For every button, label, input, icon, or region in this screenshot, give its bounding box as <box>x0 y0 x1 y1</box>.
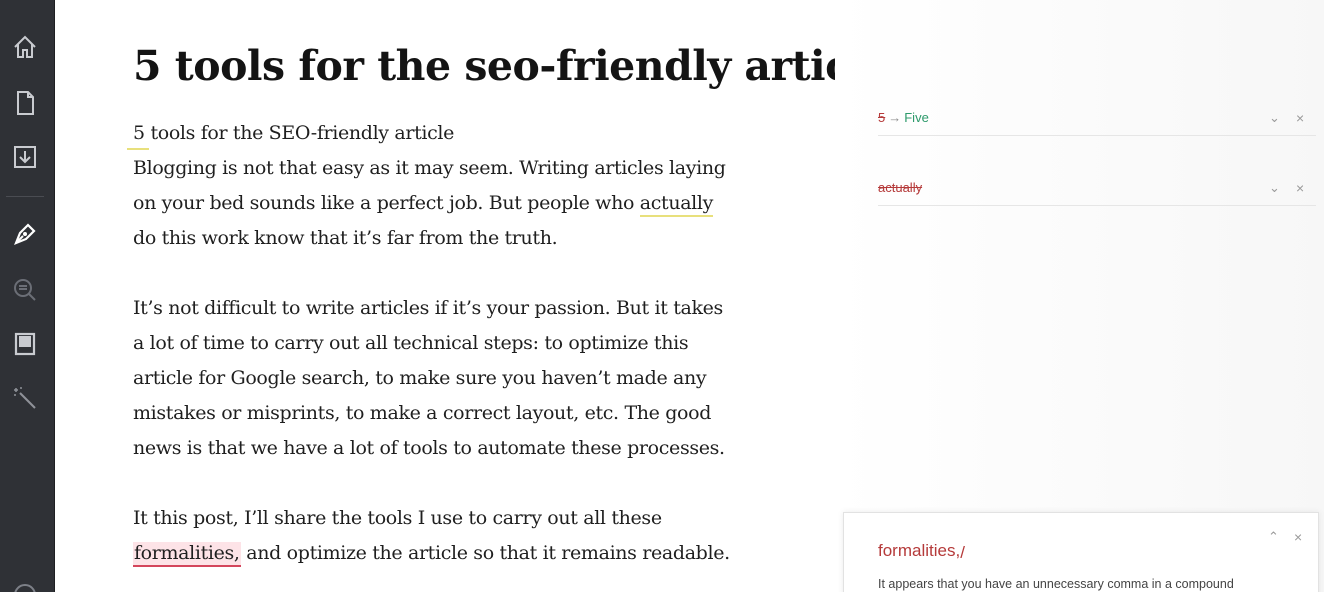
document-body[interactable]: 5 tools for the SEO-friendly article Blo… <box>133 116 773 571</box>
magic-wand-icon[interactable] <box>10 383 40 413</box>
text-span: and optimize the article so that it rema… <box>240 542 730 564</box>
comma-removal-mark: / <box>960 543 965 562</box>
text-line: 5 tools for the SEO-friendly article <box>133 116 773 151</box>
text-span: on your bed sounds like a perfect job. B… <box>133 192 640 214</box>
close-icon[interactable]: × <box>1296 110 1304 126</box>
suggestion-description: It appears that you have an unnecessary … <box>878 577 1234 591</box>
chevron-up-icon[interactable]: ⌃ <box>1268 529 1279 545</box>
flagged-word-text: formalities, <box>878 541 961 560</box>
flagged-word: formalities,/ <box>878 541 965 562</box>
replacement-text[interactable]: Five <box>904 110 929 125</box>
chevron-down-icon[interactable]: ⌄ <box>1269 180 1280 196</box>
search-icon[interactable] <box>10 275 40 305</box>
expanded-suggestion-card[interactable]: formalities,/ It appears that you have a… <box>843 512 1319 592</box>
text-line: a lot of time to carry out all technical… <box>133 332 689 354</box>
text-line: on your bed sounds like a perfect job. B… <box>133 186 773 221</box>
left-sidebar <box>0 0 55 592</box>
text-line: formalities, and optimize the article so… <box>133 536 773 571</box>
home-icon[interactable] <box>10 32 40 62</box>
document-title[interactable]: 5 tools for the seo-friendly article <box>133 42 891 90</box>
original-text: actually <box>878 180 923 195</box>
sidebar-divider <box>6 196 44 197</box>
book-icon[interactable] <box>10 329 40 359</box>
chevron-down-icon[interactable]: ⌄ <box>1269 110 1280 126</box>
close-icon[interactable]: × <box>1296 180 1304 196</box>
text-line: Blogging is not that easy as it may seem… <box>133 157 726 179</box>
document-icon[interactable] <box>10 88 40 118</box>
original-text: 5 <box>878 110 886 125</box>
flagged-word-5[interactable]: 5 <box>133 122 145 144</box>
suggestion-card-five[interactable]: 5 → Five ⌄ × <box>878 102 1316 136</box>
text-line: article for Google search, to make sure … <box>133 367 707 389</box>
text-span: tools for the SEO-friendly article <box>144 122 455 144</box>
text-line: It’s not difficult to write articles if … <box>133 297 723 319</box>
pen-icon[interactable] <box>10 218 40 248</box>
suggestion-text[interactable]: actually <box>878 180 922 195</box>
text-line: mistakes or misprints, to make a correct… <box>133 402 712 424</box>
editor[interactable]: 5 tools for the seo-friendly article 5 t… <box>55 0 891 592</box>
suggestion-text[interactable]: 5 → Five <box>878 110 929 125</box>
arrow-icon: → <box>888 110 902 125</box>
suggestions-panel: 5 → Five ⌄ × actually ⌄ × <box>835 0 1324 592</box>
text-line: It this post, I’ll share the tools I use… <box>133 507 662 529</box>
suggestion-card-actually[interactable]: actually ⌄ × <box>878 172 1316 206</box>
close-icon[interactable]: × <box>1294 529 1302 545</box>
download-icon[interactable] <box>10 142 40 172</box>
flagged-word-actually[interactable]: actually <box>639 192 713 217</box>
text-line: do this work know that it’s far from the… <box>133 227 558 249</box>
text-line: news is that we have a lot of tools to a… <box>133 437 725 459</box>
account-icon[interactable] <box>14 584 36 592</box>
flagged-word-formalities[interactable]: formalities, <box>133 542 241 567</box>
